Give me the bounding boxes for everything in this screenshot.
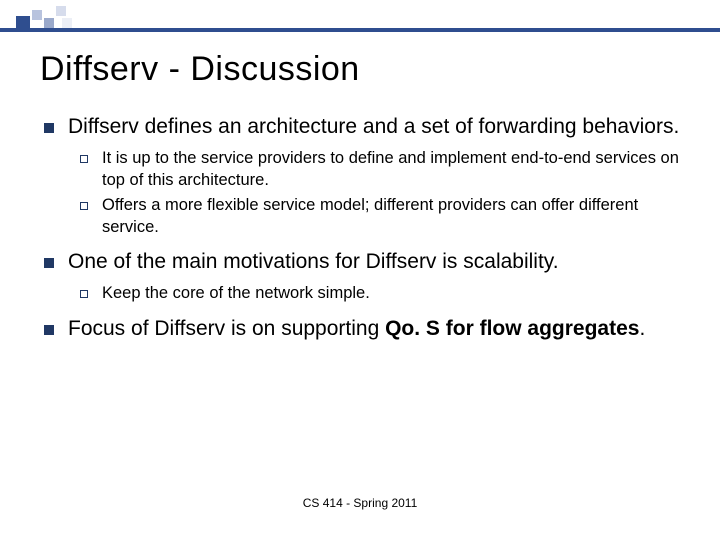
bullet-text: One of the main motivations for Diffserv… xyxy=(68,248,680,275)
slide-title: Diffserv - Discussion xyxy=(40,50,680,89)
bullet-text: Focus of Diffserv is on supporting Qo. S… xyxy=(68,315,680,342)
hollow-square-bullet-icon xyxy=(80,148,102,191)
square-bullet-icon xyxy=(40,113,68,140)
bullet-level1: One of the main motivations for Diffserv… xyxy=(40,248,680,275)
hollow-square-bullet-icon xyxy=(80,283,102,304)
bullet-level2: Keep the core of the network simple. xyxy=(80,283,680,304)
bullet-level2: It is up to the service providers to def… xyxy=(80,148,680,191)
bullet-text: Keep the core of the network simple. xyxy=(102,283,680,304)
bullet-level1: Focus of Diffserv is on supporting Qo. S… xyxy=(40,315,680,342)
bullet-level1: Diffserv defines an architecture and a s… xyxy=(40,113,680,140)
bullet-text: Diffserv defines an architecture and a s… xyxy=(68,113,680,140)
bullet-text: It is up to the service providers to def… xyxy=(102,148,680,191)
slide-footer: CS 414 - Spring 2011 xyxy=(0,496,720,540)
square-bullet-icon xyxy=(40,315,68,342)
bullet-level2: Offers a more flexible service model; di… xyxy=(80,195,680,238)
hollow-square-bullet-icon xyxy=(80,195,102,238)
bullet-text: Offers a more flexible service model; di… xyxy=(102,195,680,238)
square-bullet-icon xyxy=(40,248,68,275)
